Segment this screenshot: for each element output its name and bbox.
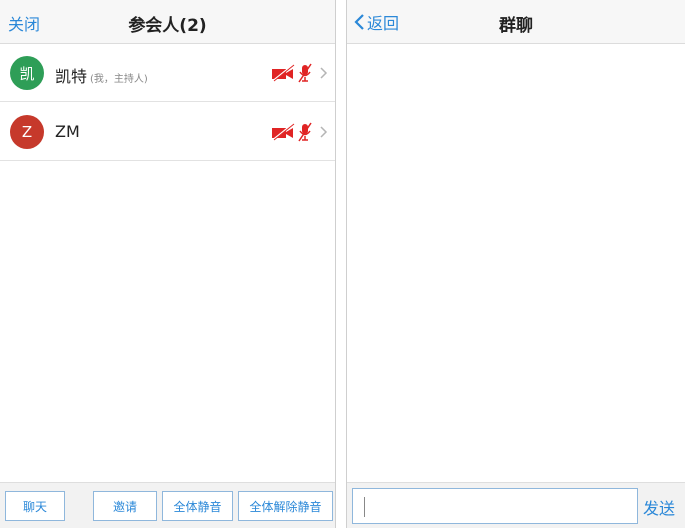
page-title: 群聊: [499, 16, 533, 36]
invite-button[interactable]: 邀请: [93, 491, 157, 521]
participant-name-wrap: 凯特 (我，主持人): [55, 63, 148, 87]
participant-row[interactable]: Z ZM: [0, 103, 335, 161]
participant-name: ZM: [55, 122, 80, 141]
page-title: 参会人(2): [128, 16, 207, 36]
video-off-icon[interactable]: [271, 64, 295, 82]
participant-status: [271, 63, 329, 83]
text-caret: [364, 497, 365, 517]
participant-status: [271, 122, 329, 142]
unmute-all-button[interactable]: 全体解除静音: [238, 491, 333, 521]
participants-screen: 关闭 参会人(2) 凯 凯特 (我，主持人) Z ZM 聊天 邀请 全体静音 全…: [0, 0, 336, 528]
message-input[interactable]: [352, 488, 638, 524]
chat-input-bar: 发送: [347, 482, 685, 528]
chevron-right-icon: [320, 126, 328, 138]
screen-divider: [336, 0, 346, 528]
participant-row[interactable]: 凯 凯特 (我，主持人): [0, 44, 335, 102]
chevron-right-icon: [320, 67, 328, 79]
send-button[interactable]: 发送: [643, 495, 675, 519]
mic-off-icon[interactable]: [297, 122, 313, 142]
video-off-icon[interactable]: [271, 123, 295, 141]
mute-all-button[interactable]: 全体静音: [162, 491, 233, 521]
participant-name-wrap: ZM: [55, 122, 80, 141]
mic-off-icon[interactable]: [297, 63, 313, 83]
participant-name: 凯特: [55, 67, 88, 86]
avatar: 凯: [10, 56, 44, 90]
participants-navbar: 关闭 参会人(2): [0, 0, 335, 44]
participant-role: (我，主持人): [90, 74, 148, 85]
chat-navbar: 返回 群聊: [347, 0, 685, 44]
group-chat-screen: 返回 群聊 发送: [346, 0, 685, 528]
participants-toolbar: 聊天 邀请 全体静音 全体解除静音: [0, 482, 335, 528]
chat-button[interactable]: 聊天: [5, 491, 65, 521]
avatar: Z: [10, 115, 44, 149]
